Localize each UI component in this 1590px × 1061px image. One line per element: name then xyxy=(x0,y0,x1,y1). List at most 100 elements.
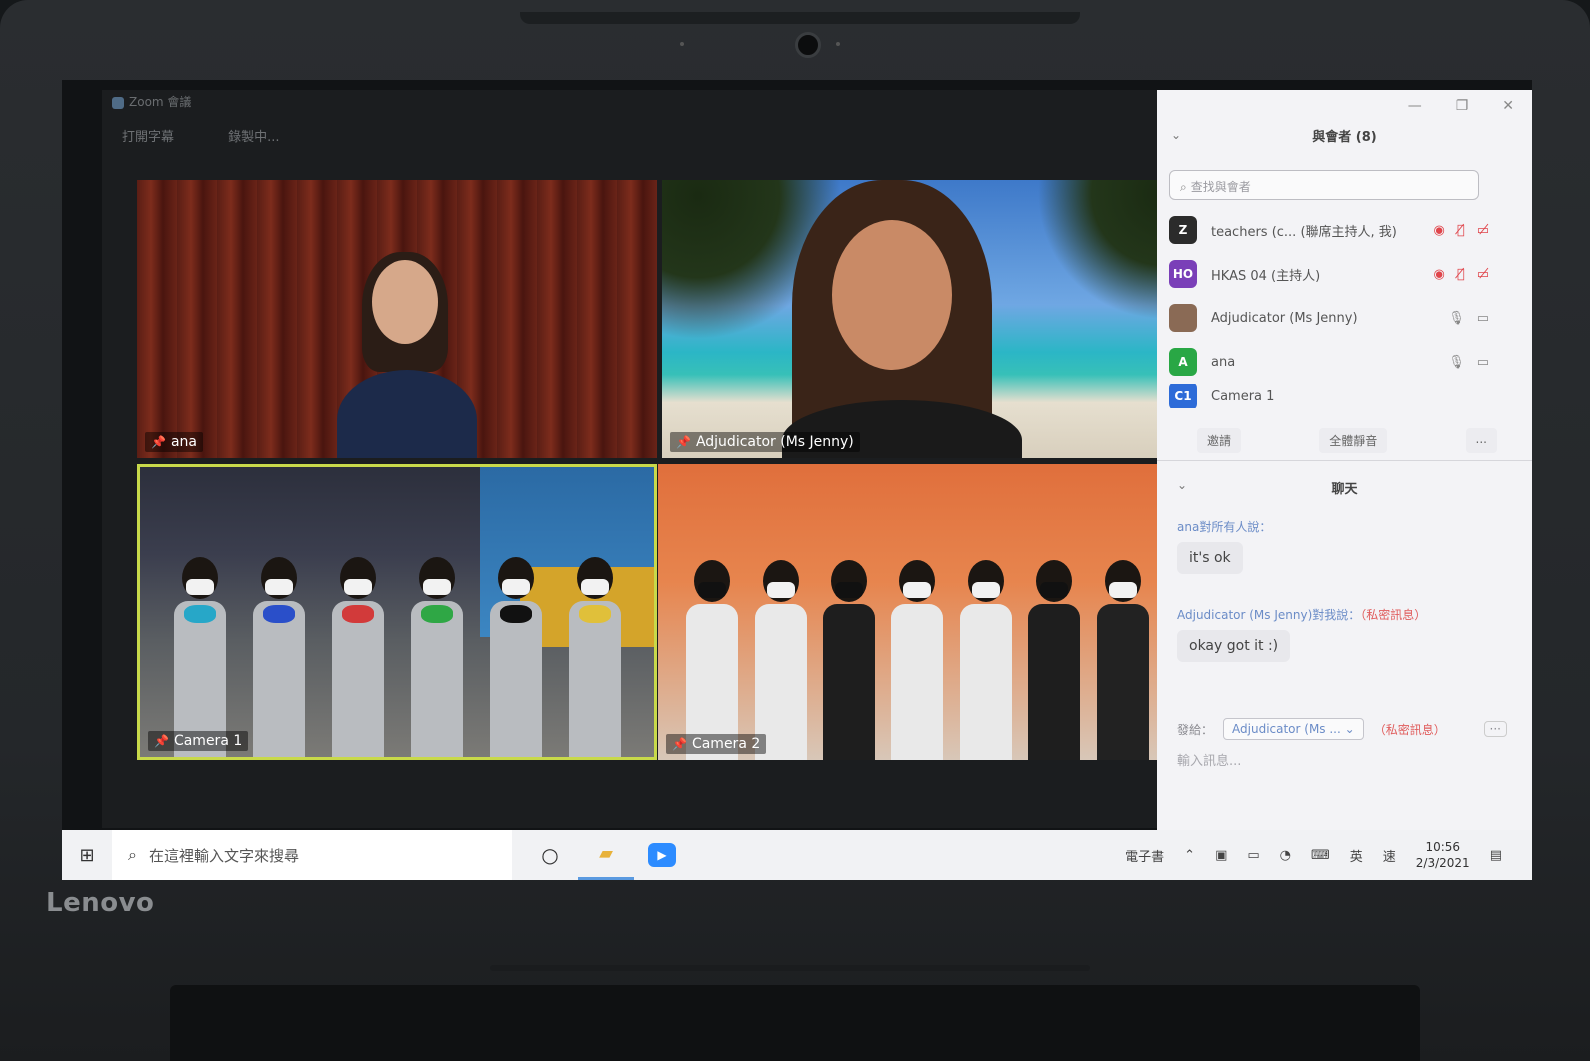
video-tile-ana[interactable]: 📌 ana xyxy=(137,180,657,458)
input-mode[interactable]: 速 xyxy=(1383,846,1396,865)
windows-start-icon[interactable]: ⊞ xyxy=(62,845,112,866)
avatar: HO xyxy=(1169,260,1197,288)
participant-video xyxy=(337,252,477,458)
laptop-logo: Lenovo xyxy=(46,888,155,918)
participant-row[interactable]: C1 Camera 1 xyxy=(1169,384,1489,408)
taskbar: ⊞ ⌕ 在這裡輸入文字來搜尋 ○ ▰ ▶ 電子書 ⌃ ▣ ▭ ◔ ⌨ 英 速 10… xyxy=(62,830,1532,880)
video-off-icon: ▭̸ xyxy=(1476,266,1489,282)
avatar: Z xyxy=(1169,216,1197,244)
clock-date: 2/3/2021 xyxy=(1415,856,1470,870)
hinge-line xyxy=(490,965,1090,971)
invite-button[interactable]: 邀請 xyxy=(1197,428,1242,453)
participant-actions: 邀請 全體靜音 ... xyxy=(1197,428,1497,453)
avatar: C1 xyxy=(1169,384,1197,408)
tile-name-label: 📌 Adjudicator (Ms Jenny) xyxy=(670,432,860,452)
cortana-icon[interactable]: ○ xyxy=(522,830,578,880)
keyboard-icon[interactable]: ⌨ xyxy=(1311,848,1330,863)
participant-row[interactable]: Z teachers (c... (聯席主持人, 我) ◉ 🎙̸ ▭̸ xyxy=(1169,208,1489,252)
mic-icon: 🎙 xyxy=(1448,310,1465,326)
battery-icon[interactable]: ▭ xyxy=(1247,848,1259,863)
chevron-up-icon[interactable]: ⌃ xyxy=(1184,848,1195,863)
participant-row[interactable]: HO HKAS 04 (主持人) ◉ 🎙̸ ▭̸ xyxy=(1169,252,1489,296)
screen: Zoom 會議 打開字幕 錄製中... 📌 ana 📌 Adjudicator (M… xyxy=(62,80,1532,880)
webcam xyxy=(795,32,821,58)
captions-button[interactable]: 打開字幕 xyxy=(122,130,174,145)
participants-title: 與會者 (8) xyxy=(1312,130,1377,145)
message-sender: ana對所有人說： xyxy=(1177,520,1272,534)
close-button[interactable]: ✕ xyxy=(1502,98,1514,114)
window-controls: — ❐ ✕ xyxy=(1408,98,1514,114)
message-bubble: okay got it :) xyxy=(1177,630,1291,662)
meet-icon[interactable]: ▣ xyxy=(1215,848,1227,863)
laptop-frame: Zoom 會議 打開字幕 錄製中... 📌 ana 📌 Adjudicator (M… xyxy=(0,0,1590,1061)
wifi-icon[interactable]: ◔ xyxy=(1280,848,1291,863)
recipient-dropdown[interactable]: Adjudicator (Ms ... ⌄ xyxy=(1223,718,1364,740)
video-icon: ▭ xyxy=(1476,354,1489,370)
zoom-titlebar: Zoom 會議 xyxy=(102,90,1162,112)
zoom-app-icon[interactable]: ▶ xyxy=(634,830,690,880)
participant-name: Adjudicator (Ms Jenny) xyxy=(1211,310,1358,326)
input-language[interactable]: 英 xyxy=(1350,846,1363,865)
video-off-icon: ▭̸ xyxy=(1476,222,1489,238)
tile-name-label: 📌 Camera 2 xyxy=(666,734,767,754)
notification-icon[interactable]: ▤ xyxy=(1490,848,1502,863)
sensor-dot xyxy=(680,42,684,46)
avatar: A xyxy=(1169,348,1197,376)
mute-all-button[interactable]: 全體靜音 xyxy=(1319,428,1388,453)
hinge xyxy=(170,985,1420,1061)
chat-header: ⌄ 聊天 xyxy=(1157,478,1532,497)
zoom-topbar: 打開字幕 錄製中... xyxy=(122,126,330,145)
pin-icon: 📌 xyxy=(154,734,169,748)
file-explorer-icon[interactable]: ▰ xyxy=(578,830,634,880)
participants-header: ⌄ 與會者 (8) xyxy=(1157,126,1532,154)
chat-title: 聊天 xyxy=(1331,482,1358,497)
system-tray: 電子書 ⌃ ▣ ▭ ◔ ⌨ 英 速 10:56 2/3/2021 ▤ xyxy=(1125,839,1532,871)
chat-more-button[interactable]: ··· xyxy=(1483,721,1507,737)
participant-list: Z teachers (c... (聯席主持人, 我) ◉ 🎙̸ ▭̸ HO HKA… xyxy=(1169,208,1489,408)
tile-name-label: 📌 ana xyxy=(145,432,203,452)
recording-indicator: 錄製中... xyxy=(228,130,280,145)
chevron-down-icon[interactable]: ⌄ xyxy=(1177,478,1187,492)
video-tile-camera-1[interactable]: 📌 Camera 1 xyxy=(137,464,657,760)
maximize-button[interactable]: ❐ xyxy=(1456,98,1469,114)
clock[interactable]: 10:56 2/3/2021 xyxy=(1416,839,1470,871)
recording-icon: ◉ xyxy=(1433,222,1445,238)
taskbar-apps: ○ ▰ ▶ xyxy=(522,830,690,880)
sensor-dot xyxy=(836,42,840,46)
tile-name-label: 📌 Camera 1 xyxy=(148,731,249,751)
private-indicator: （私密訊息） xyxy=(1373,722,1446,737)
more-button[interactable]: ... xyxy=(1465,428,1497,453)
clock-time: 10:56 xyxy=(1425,840,1461,854)
pin-icon: 📌 xyxy=(676,435,691,449)
minimize-button[interactable]: — xyxy=(1408,98,1422,114)
search-icon: ⌕ xyxy=(128,845,137,864)
chat-message-input[interactable]: 輸入訊息... xyxy=(1177,750,1241,769)
participant-video xyxy=(140,527,654,757)
taskbar-search-input[interactable]: ⌕ 在這裡輸入文字來搜尋 xyxy=(112,830,512,880)
video-icon: ▭ xyxy=(1476,310,1489,326)
participant-name: ana xyxy=(1211,354,1236,370)
divider xyxy=(1157,460,1532,461)
pin-icon: 📌 xyxy=(672,737,687,751)
participant-name: Camera 1 xyxy=(1211,388,1275,404)
zoom-logo-icon xyxy=(112,96,124,109)
recording-icon: ◉ xyxy=(1433,266,1445,282)
avatar xyxy=(1169,304,1197,332)
zoom-video-area: Zoom 會議 打開字幕 錄製中... 📌 ana 📌 Adjudicator (M… xyxy=(102,90,1177,828)
message-bubble: it's ok xyxy=(1177,542,1243,574)
mic-icon: 🎙 xyxy=(1448,354,1465,370)
participant-row[interactable]: Adjudicator (Ms Jenny) 🎙 ▭ xyxy=(1169,296,1489,340)
bezel-top xyxy=(520,12,1080,24)
video-tile-camera-2[interactable]: 📌 Camera 2 xyxy=(658,464,1177,760)
participant-name: HKAS 04 (主持人) xyxy=(1211,268,1321,284)
side-panel: — ❐ ✕ ⌄ 與會者 (8) ⌕ 查找與會者 Z teachers (c... … xyxy=(1157,90,1532,830)
send-to-label: 發給： xyxy=(1177,722,1214,737)
participant-row[interactable]: A ana 🎙 ▭ xyxy=(1169,340,1489,384)
ebook-toolbar[interactable]: 電子書 xyxy=(1125,846,1164,865)
send-to-row: 發給： Adjudicator (Ms ... ⌄ （私密訊息） ··· xyxy=(1177,718,1507,740)
video-tile-adjudicator[interactable]: 📌 Adjudicator (Ms Jenny) xyxy=(662,180,1177,458)
chevron-down-icon[interactable]: ⌄ xyxy=(1171,128,1181,142)
participant-video xyxy=(658,530,1177,760)
mic-muted-icon: 🎙̸ xyxy=(1456,222,1465,238)
participant-search-input[interactable]: ⌕ 查找與會者 xyxy=(1169,170,1479,200)
